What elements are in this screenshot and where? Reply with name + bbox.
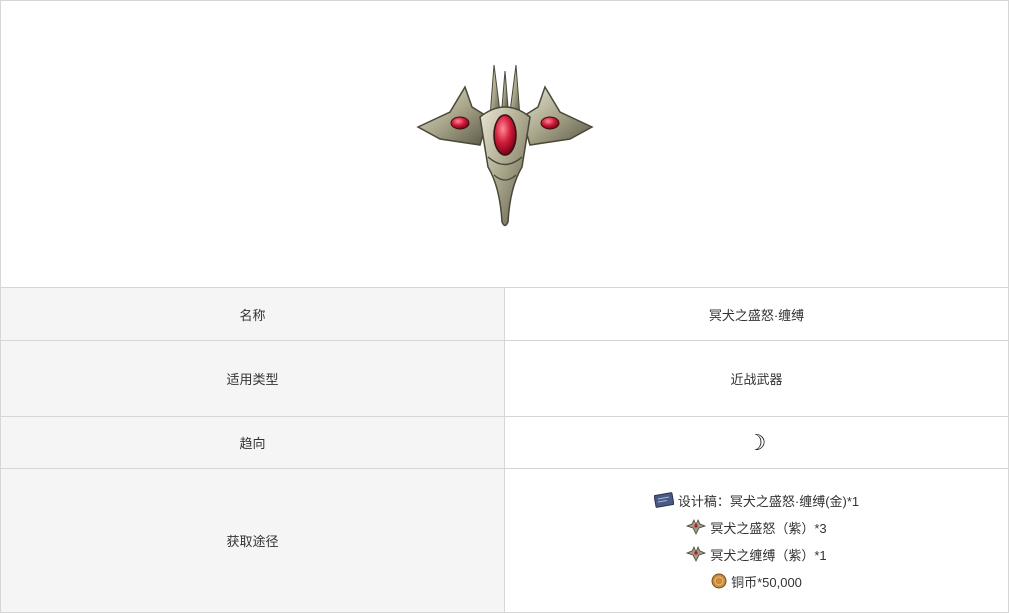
table-row: 名称 冥犬之盛怒·缠缚 — [1, 288, 1008, 341]
moon-icon: ☽ — [746, 429, 767, 455]
source-text: 铜币*50,000 — [731, 574, 802, 590]
list-item: 设计稿：冥犬之盛怒·缠缚(金)*1 — [653, 490, 860, 510]
list-item: 铜币*50,000 — [711, 571, 802, 591]
item-info-card: 名称 冥犬之盛怒·缠缚 适用类型 近战武器 趋向 ☽ 获取途径 设计稿：冥犬之盛… — [0, 0, 1009, 613]
list-item: 冥犬之缠缚（紫）*1 — [686, 544, 827, 564]
source-list: 设计稿：冥犬之盛怒·缠缚(金)*1 冥犬之盛怒（紫）*3 冥犬之缠缚（紫）*1 … — [505, 490, 1008, 591]
copper-coin-icon — [711, 573, 727, 589]
attr-value-name: 冥犬之盛怒·缠缚 — [504, 288, 1008, 341]
crest-purple-icon — [686, 546, 707, 562]
attr-value-type: 近战武器 — [504, 340, 1008, 417]
item-image-area — [1, 1, 1008, 288]
attr-label-type: 适用类型 — [1, 340, 505, 417]
source-text: 冥犬之缠缚（紫）*1 — [710, 547, 827, 563]
attr-value-tendency: ☽ — [504, 416, 1008, 469]
crest-purple-icon — [686, 519, 707, 535]
attr-value-source: 设计稿：冥犬之盛怒·缠缚(金)*1 冥犬之盛怒（紫）*3 冥犬之缠缚（紫）*1 … — [504, 468, 1008, 612]
table-row: 获取途径 设计稿：冥犬之盛怒·缠缚(金)*1 冥犬之盛怒（紫）*3 冥犬之缠缚（… — [1, 468, 1008, 612]
wolf-crest-emblem-icon — [415, 64, 594, 226]
blueprint-icon — [653, 492, 674, 508]
table-row: 趋向 ☽ — [1, 416, 1008, 469]
source-text: 设计稿：冥犬之盛怒·缠缚(金)*1 — [677, 493, 860, 509]
table-row: 适用类型 近战武器 — [1, 340, 1008, 417]
list-item: 冥犬之盛怒（紫）*3 — [686, 517, 827, 537]
item-attributes-table: 名称 冥犬之盛怒·缠缚 适用类型 近战武器 趋向 ☽ 获取途径 设计稿：冥犬之盛… — [1, 288, 1008, 612]
attr-label-source: 获取途径 — [1, 468, 505, 612]
source-text: 冥犬之盛怒（紫）*3 — [710, 520, 827, 536]
attr-label-tendency: 趋向 — [1, 416, 505, 469]
attr-label-name: 名称 — [1, 288, 505, 341]
